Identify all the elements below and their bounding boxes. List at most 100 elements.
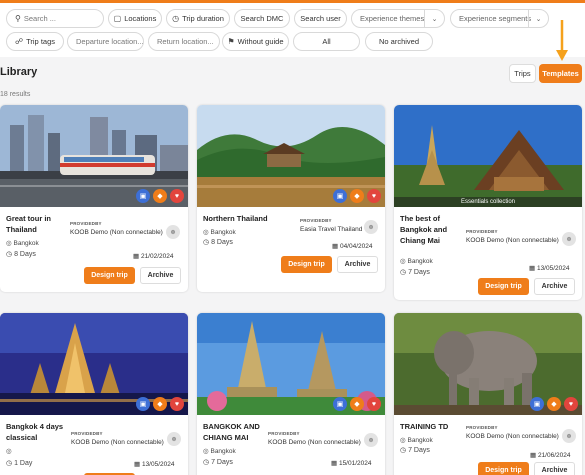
provider-name: KOOB Demo (Non connectable) [466, 433, 559, 440]
trip-date: ▦ 15/01/2024 [331, 460, 372, 467]
trip-location: ◎ Bangkok [203, 229, 236, 236]
experience-segments-select[interactable]: Experience segments ⌄ [450, 9, 549, 28]
trip-name: Northern Thailand [203, 214, 268, 223]
provided-by-label: PROVIDEDBY [300, 218, 332, 223]
tag-icon[interactable]: ◆ [350, 189, 364, 203]
avatar: ☻ [364, 220, 378, 234]
provider-name: KOOB Demo (Non connectable) [71, 439, 164, 446]
trip-card: ▣ ◆ ♥ BANGKOK AND CHIANG MAI ◎ Bangkok ◷… [197, 313, 385, 475]
trip-tags-filter[interactable]: ☍ Trip tags [6, 32, 64, 51]
departure-location-input[interactable]: Departure location... [67, 32, 144, 51]
experience-themes-select[interactable]: Experience themes ⌄ [351, 9, 445, 28]
trip-name: Bangkok 4 days classical [6, 422, 64, 442]
avatar: ☻ [166, 225, 180, 239]
ticket-icon[interactable]: ▣ [333, 189, 347, 203]
heart-icon[interactable]: ♥ [367, 189, 381, 203]
provided-by-label: PROVIDEDBY [268, 431, 300, 436]
avatar: ☻ [562, 232, 576, 246]
trip-date: ▦ 13/05/2024 [529, 265, 570, 272]
trip-image: ▣ ◆ ♥ [394, 313, 582, 415]
map-icon: ▢ [113, 14, 122, 23]
trip-duration: ◷ 7 Days [203, 459, 233, 466]
archive-button[interactable]: Archive [337, 256, 378, 273]
trip-duration: ◷ 7 Days [400, 269, 430, 276]
trip-card: Essentials collection The best of Bangko… [394, 105, 582, 300]
calendar-icon: ▦ [530, 452, 538, 459]
archive-button[interactable]: Archive [140, 267, 181, 284]
card-actions: ▣ ◆ ♥ [333, 397, 381, 411]
tag-icon[interactable]: ◆ [153, 397, 167, 411]
flag-icon: ⚑ [227, 37, 235, 46]
heart-icon[interactable]: ♥ [564, 397, 578, 411]
design-trip-button[interactable]: Design trip [478, 462, 529, 475]
search-user-filter[interactable]: Search user [294, 9, 347, 28]
tag-icon[interactable]: ◆ [547, 397, 561, 411]
chevron-down-icon: ⌄ [424, 10, 444, 27]
heart-icon[interactable]: ♥ [367, 397, 381, 411]
trip-date: ▦ 21/06/2024 [530, 452, 571, 459]
clock-icon: ◷ [400, 269, 409, 276]
ticket-icon[interactable]: ▣ [136, 397, 150, 411]
no-archived-filter[interactable]: No archived [365, 32, 433, 51]
search-input[interactable]: ⚲ Search ... [6, 9, 104, 28]
trip-image: ▣ ◆ ♥ [0, 313, 188, 415]
trip-duration: ◷ 7 Days [400, 447, 430, 454]
provided-by-label: PROVIDEDBY [466, 425, 498, 430]
tag-icon[interactable]: ◆ [153, 189, 167, 203]
trip-location: ◎ Bangkok [400, 437, 433, 444]
card-actions: ▣ ◆ ♥ [136, 189, 184, 203]
trip-image: ▣ ◆ ♥ [0, 105, 188, 207]
ticket-icon[interactable]: ▣ [530, 397, 544, 411]
arrow-down-icon [556, 20, 568, 61]
trip-duration-filter[interactable]: ◷ Trip duration [166, 9, 230, 28]
chevron-down-icon: ⌄ [528, 10, 548, 27]
trip-image: ▣ ◆ ♥ [197, 105, 385, 207]
design-trip-button[interactable]: Design trip [478, 278, 529, 295]
trip-location: ◎ [6, 447, 12, 455]
clock-icon: ◷ [172, 14, 180, 23]
tag-icon[interactable]: ◆ [350, 397, 364, 411]
without-guide-filter[interactable]: ⚑ Without guide [222, 32, 289, 51]
design-trip-button[interactable]: Design trip [84, 267, 135, 284]
templates-toggle-button[interactable]: Templates [539, 64, 582, 83]
location-pin-icon: ◎ [6, 448, 12, 455]
return-location-input[interactable]: Return location... [148, 32, 220, 51]
clock-icon: ◷ [6, 251, 15, 258]
clock-icon: ◷ [203, 239, 212, 246]
provider-name: KOOB Demo (Non connectable) [466, 237, 559, 244]
design-trip-button[interactable]: Design trip [281, 256, 332, 273]
heart-icon[interactable]: ♥ [170, 189, 184, 203]
all-filter[interactable]: All [293, 32, 360, 51]
calendar-icon: ▦ [332, 243, 340, 250]
calendar-icon: ▦ [529, 265, 537, 272]
trip-card: ▣ ◆ ♥ Bangkok 4 days classical ◎ ◷ 1 Day… [0, 313, 188, 475]
locations-filter[interactable]: ▢ Locations [108, 9, 162, 28]
trip-location: ◎ Bangkok [203, 448, 236, 455]
trip-name: TRAINING TD [400, 422, 449, 431]
tag-icon: ☍ [14, 37, 24, 46]
trip-image: Essentials collection [394, 105, 582, 207]
clock-icon: ◷ [6, 460, 15, 467]
card-actions: ▣ ◆ ♥ [530, 397, 578, 411]
search-dmc-filter[interactable]: Search DMC [234, 9, 290, 28]
trip-duration: ◷ 8 Days [6, 251, 36, 258]
results-count: 18 results [0, 91, 31, 98]
avatar: ☻ [562, 429, 576, 443]
ticket-icon[interactable]: ▣ [333, 397, 347, 411]
trip-card: ▣ ◆ ♥ Northern Thailand ◎ Bangkok ◷ 8 Da… [197, 105, 385, 292]
trip-date: ▦ 21/02/2024 [133, 253, 174, 260]
calendar-icon: ▦ [331, 460, 339, 467]
card-actions: ▣ ◆ ♥ [333, 189, 381, 203]
archive-button[interactable]: Archive [534, 462, 575, 475]
trip-date: ▦ 04/04/2024 [332, 243, 373, 250]
ticket-icon[interactable]: ▣ [136, 189, 150, 203]
clock-icon: ◷ [203, 459, 212, 466]
trip-duration: ◷ 1 Day [6, 460, 33, 467]
heart-icon[interactable]: ♥ [170, 397, 184, 411]
trip-name: Great tour in Thailand [6, 214, 52, 234]
trip-card: ▣ ◆ ♥ TRAINING TD ◎ Bangkok ◷ 7 Days PRO… [394, 313, 582, 475]
trips-toggle-button[interactable]: Trips [509, 64, 536, 83]
archive-button[interactable]: Archive [534, 278, 575, 295]
calendar-icon: ▦ [134, 461, 142, 468]
trip-location: ◎ Bangkok [6, 240, 39, 247]
